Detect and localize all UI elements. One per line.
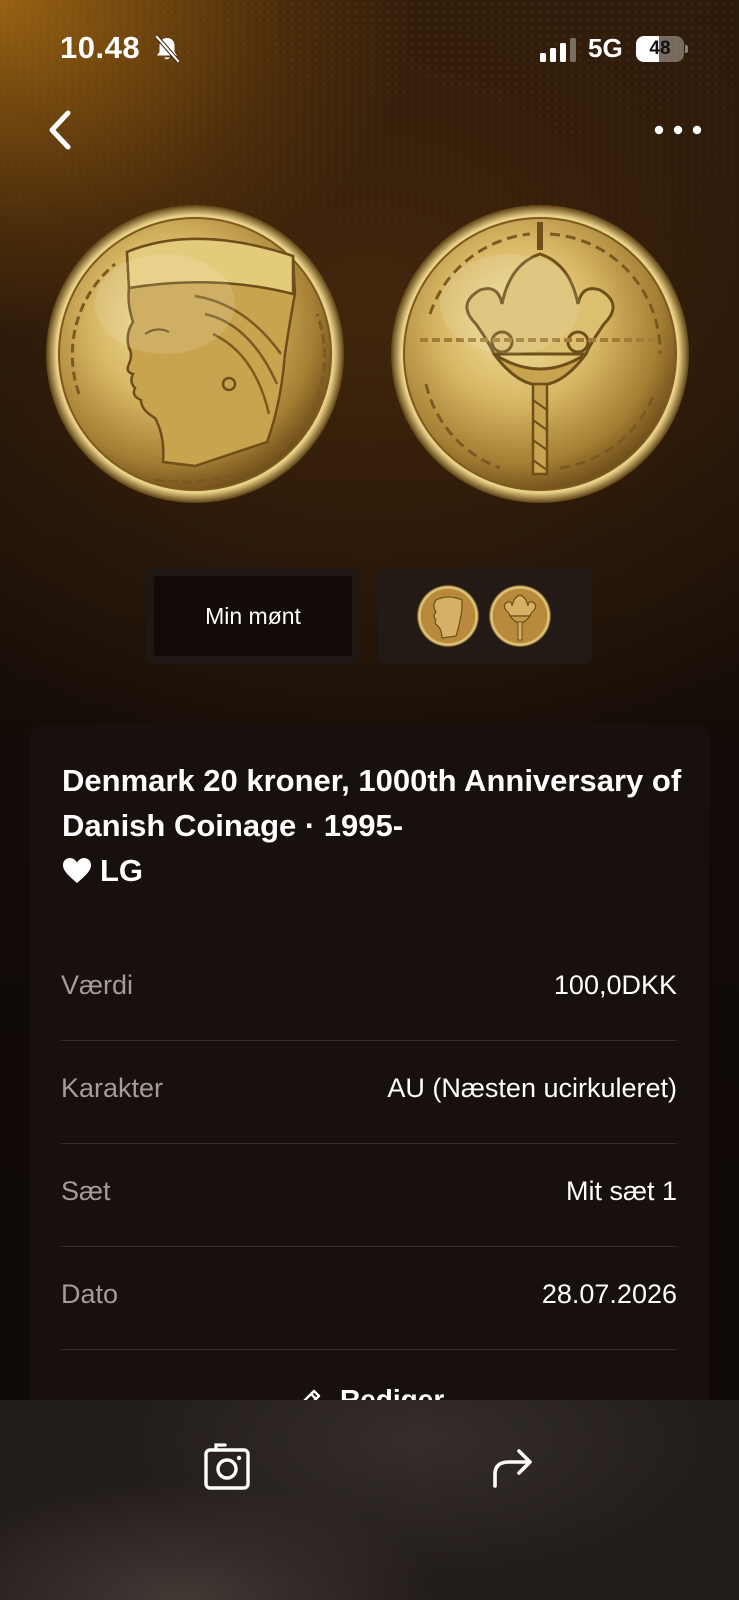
detail-value: 28.07.2026 xyxy=(541,1279,677,1309)
reference-images-tab[interactable] xyxy=(378,568,592,664)
battery-icon: 48 xyxy=(636,36,688,62)
network-type: 5G xyxy=(588,33,623,63)
signal-icon xyxy=(540,38,576,62)
coin-title: Denmark 20 kroner, 1000th Anniversary of… xyxy=(62,758,682,893)
my-coin-label: Min mønt xyxy=(205,603,301,629)
heart-icon[interactable] xyxy=(62,857,92,884)
detail-value: Mit sæt 1 xyxy=(565,1176,677,1206)
my-coin-tab[interactable]: Min mønt xyxy=(146,568,360,664)
coin-obverse-image[interactable] xyxy=(45,204,345,504)
detail-label: Værdi xyxy=(61,970,134,1000)
bell-off-icon xyxy=(155,35,180,63)
detail-label: Sæt xyxy=(61,1176,111,1206)
status-time: 10.48 xyxy=(60,30,141,65)
coin-obverse-thumbnail xyxy=(417,585,479,647)
detail-row-date[interactable]: Dato 28.07.2026 xyxy=(61,1247,677,1350)
camera-icon[interactable] xyxy=(202,1442,252,1492)
back-button[interactable] xyxy=(40,105,84,155)
share-icon[interactable] xyxy=(487,1444,537,1490)
detail-row-value[interactable]: Værdi 100,0DKK xyxy=(61,938,677,1041)
detail-value: 100,0DKK xyxy=(553,970,677,1000)
coin-title-suffix: LG xyxy=(100,853,144,888)
detail-label: Dato xyxy=(61,1279,119,1309)
coin-title-text: Denmark 20 kroner, 1000th Anniversary of… xyxy=(62,763,682,843)
coin-reverse-image[interactable] xyxy=(390,204,690,504)
detail-row-grade[interactable]: Karakter AU (Næsten ucirkuleret) xyxy=(61,1041,677,1144)
bottom-action-bar xyxy=(0,1400,739,1600)
detail-label: Karakter xyxy=(61,1073,164,1103)
battery-percent: 48 xyxy=(649,38,671,59)
coin-reverse-thumbnail xyxy=(489,585,551,647)
status-bar: 10.48 5G 48 xyxy=(0,0,739,100)
detail-row-set[interactable]: Sæt Mit sæt 1 xyxy=(61,1144,677,1247)
more-options-button[interactable] xyxy=(650,112,706,148)
detail-value: AU (Næsten ucirkuleret) xyxy=(387,1073,677,1103)
